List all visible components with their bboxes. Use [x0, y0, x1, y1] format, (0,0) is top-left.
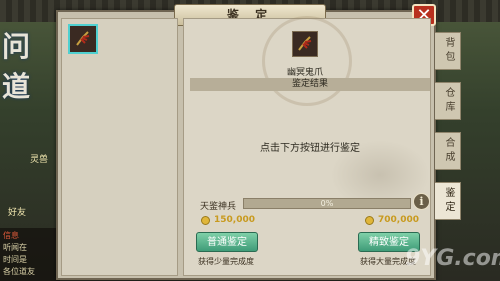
watermark: 9YG.com	[405, 246, 500, 271]
tab-synthesis[interactable]: 合成	[435, 132, 461, 170]
chat-box[interactable]: 信息 听闻在 时间是 各位道友	[0, 228, 60, 281]
normal-cost: 150,000	[214, 215, 255, 225]
chat-line: 时间是	[3, 255, 27, 264]
chat-line: 听闻在	[3, 243, 27, 252]
tab-appraisal[interactable]: 鉴定	[435, 182, 461, 220]
item-name: 幽冥鬼爪	[286, 68, 323, 78]
normal-description: 获得少量完成度	[198, 257, 254, 266]
info-button[interactable]: i	[413, 193, 430, 210]
result-header: 鉴定结果	[190, 78, 430, 91]
appraisal-progress-bar: 0%	[243, 198, 411, 209]
progress-label: 天鉴神兵	[200, 202, 237, 212]
pet-label[interactable]: 灵兽	[30, 152, 48, 165]
coin-icon	[201, 216, 210, 225]
appraisal-hint: 点击下方按钮进行鉴定	[260, 143, 360, 154]
friend-label[interactable]: 好友	[8, 205, 26, 218]
coin-icon	[365, 216, 374, 225]
claw-icon	[76, 31, 90, 46]
chat-line: 信息	[3, 231, 19, 240]
claw-icon	[298, 36, 312, 51]
tab-bag[interactable]: 背包	[435, 32, 461, 70]
precise-cost: 700,000	[378, 215, 419, 225]
game-logo: 问道	[2, 30, 31, 103]
tab-warehouse[interactable]: 仓库	[435, 82, 461, 120]
normal-appraise-button[interactable]: 普通鉴定	[196, 232, 258, 252]
decorative-circle	[262, 16, 352, 106]
chat-line: 各位道友	[3, 267, 35, 276]
progress-percent: 0%	[320, 199, 334, 208]
item-slot[interactable]	[68, 24, 98, 54]
inventory-pane	[61, 18, 178, 276]
result-item-slot[interactable]	[292, 31, 318, 57]
